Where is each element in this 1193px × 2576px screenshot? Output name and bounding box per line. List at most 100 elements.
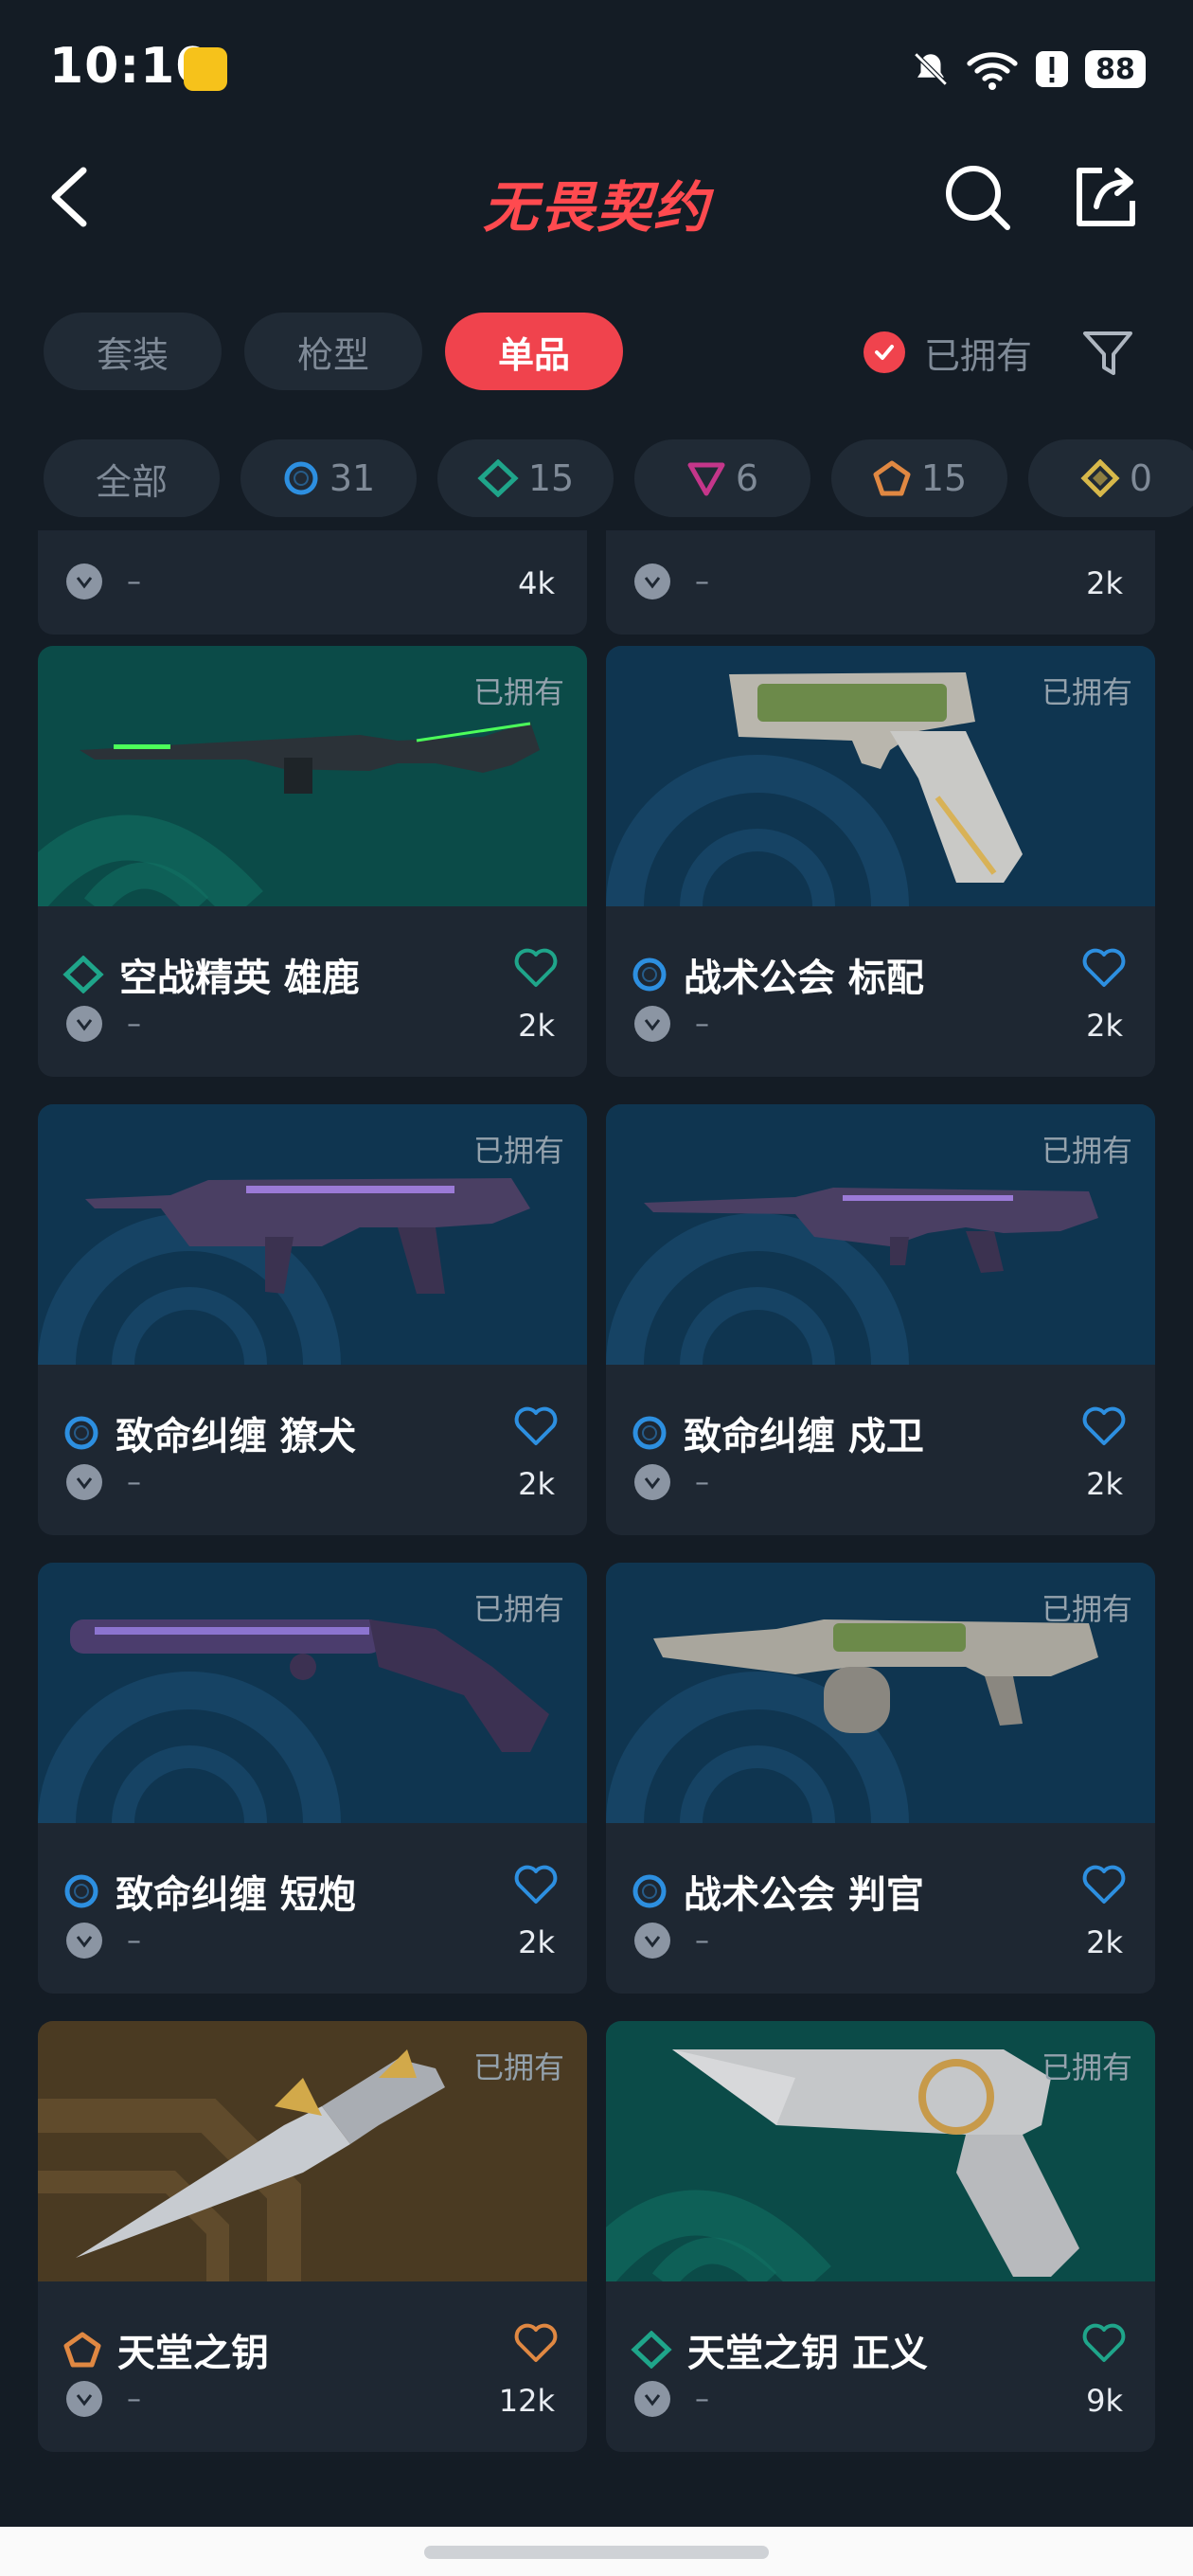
heart-icon[interactable]	[1081, 2322, 1127, 2364]
share-icon[interactable]	[1070, 161, 1142, 233]
rating-value: –	[127, 1465, 141, 1499]
rating-value: –	[127, 1923, 141, 1958]
top-bar: 无畏契约	[0, 142, 1193, 256]
ultra-tier-icon	[1080, 459, 1120, 497]
select-tier-icon	[64, 1416, 98, 1450]
owned-label: 已拥有	[1041, 1591, 1132, 1627]
mute-icon	[914, 52, 948, 86]
item-card[interactable]: 已拥有 战术公会 判官 – 2k	[606, 1563, 1155, 1994]
filter-chip-label: 15	[527, 457, 575, 499]
owned-label: 已拥有	[1041, 674, 1132, 710]
deluxe-tier-icon	[631, 2331, 672, 2369]
rating-row: –	[634, 1464, 709, 1500]
heart-icon[interactable]	[513, 1864, 559, 1905]
like-count: 2k	[518, 1466, 555, 1502]
owned-label: 已拥有	[472, 1591, 564, 1627]
item-name: 战术公会 标配	[684, 957, 924, 1000]
rating-value: –	[695, 1923, 709, 1958]
rating-value: –	[695, 564, 709, 599]
tab-bundles[interactable]: 套装	[44, 313, 222, 390]
select-tier-icon	[284, 461, 318, 495]
rating-row: –	[66, 564, 141, 599]
rarity-filter-row: 全部 31 15 6 15 0	[44, 439, 1193, 521]
filter-chip-exclusive[interactable]: 15	[831, 439, 1007, 517]
item-card[interactable]: 已拥有 致命纠缠 短炮 – 2k	[38, 1563, 587, 1994]
deluxe-tier-icon	[477, 459, 519, 497]
heart-icon[interactable]	[513, 2322, 559, 2364]
filter-chip-all[interactable]: 全部	[44, 439, 220, 517]
select-tier-icon	[632, 1874, 667, 1908]
rating-row: –	[634, 564, 709, 599]
item-name: 战术公会 判官	[684, 1873, 924, 1917]
item-name-row: 空战精英 雄鹿	[62, 947, 360, 1002]
item-name-row: 致命纠缠 戍卫	[631, 1405, 924, 1460]
like-count: 2k	[518, 1924, 555, 1960]
valorant-points-icon	[66, 1923, 102, 1959]
filter-chip-premium[interactable]: 6	[634, 439, 810, 517]
valorant-points-icon	[66, 1464, 102, 1500]
rating-value: –	[695, 1465, 709, 1499]
item-name-row: 致命纠缠 短炮	[62, 1864, 356, 1919]
valorant-points-icon	[634, 1464, 670, 1500]
rating-value: –	[127, 564, 141, 599]
tab-weapon-type[interactable]: 枪型	[244, 313, 422, 390]
valorant-points-icon	[634, 1006, 670, 1042]
battery-indicator: 88	[1085, 50, 1146, 88]
home-indicator[interactable]	[424, 2546, 769, 2559]
owned-label: 已拥有	[1041, 2049, 1132, 2085]
rating-row: –	[66, 1006, 141, 1042]
item-card[interactable]: 已拥有 空战精英 雄鹿 – 2k	[38, 646, 587, 1077]
heart-icon[interactable]	[1081, 1405, 1127, 1447]
item-name: 天堂之钥	[117, 2332, 269, 2375]
item-card-partial[interactable]: – 4k	[38, 530, 587, 635]
heart-icon[interactable]	[513, 947, 559, 989]
like-count: 2k	[1086, 565, 1123, 601]
filter-chip-ultra[interactable]: 0	[1028, 439, 1193, 517]
item-card-partial[interactable]: – 2k	[606, 530, 1155, 635]
valorant-points-icon	[66, 1006, 102, 1042]
like-count: 2k	[1086, 1924, 1123, 1960]
heart-icon[interactable]	[513, 1405, 559, 1447]
filter-icon[interactable]	[1077, 322, 1138, 383]
rating-value: –	[127, 2382, 141, 2416]
tab-single-items[interactable]: 单品	[445, 313, 623, 390]
status-icons: 88	[911, 45, 1146, 93]
rating-row: –	[634, 1006, 709, 1042]
owned-label: 已拥有	[472, 674, 564, 710]
valorant-points-icon	[634, 564, 670, 599]
item-name: 致命纠缠 戍卫	[684, 1415, 924, 1458]
filter-chip-deluxe[interactable]: 15	[437, 439, 614, 517]
item-name: 空战精英 雄鹿	[119, 957, 360, 1000]
item-name-row: 天堂之钥	[62, 2322, 269, 2377]
category-tabs: 套装 枪型 单品	[44, 313, 623, 390]
item-name: 致命纠缠 獠犬	[116, 1415, 356, 1458]
item-card[interactable]: 已拥有 致命纠缠 戍卫 – 2k	[606, 1104, 1155, 1535]
owned-label: 已拥有	[472, 1133, 564, 1169]
filter-chip-label: 0	[1129, 457, 1153, 499]
valorant-points-icon	[634, 1923, 670, 1959]
search-icon[interactable]	[941, 161, 1013, 233]
premium-tier-icon	[687, 462, 725, 496]
item-card[interactable]: 已拥有 战术公会 标配 – 2k	[606, 646, 1155, 1077]
rating-row: –	[66, 2381, 141, 2417]
heart-icon[interactable]	[1081, 1864, 1127, 1905]
rating-row: –	[66, 1464, 141, 1500]
heart-icon[interactable]	[1081, 947, 1127, 989]
filter-chip-select[interactable]: 31	[240, 439, 417, 517]
item-grid: – 4k – 2k 已拥有 空战精英 雄鹿 – 2k 已拥有 战术公会 标配 –	[38, 530, 1155, 2462]
item-name: 天堂之钥 正义	[687, 2332, 928, 2375]
select-tier-icon	[64, 1874, 98, 1908]
item-card[interactable]: 已拥有 天堂之钥 正义 – 9k	[606, 2021, 1155, 2452]
item-name-row: 天堂之钥 正义	[631, 2322, 928, 2377]
item-card[interactable]: 已拥有 致命纠缠 獠犬 – 2k	[38, 1104, 587, 1535]
filter-chip-label: 15	[920, 457, 968, 499]
item-card[interactable]: 已拥有 天堂之钥 – 12k	[38, 2021, 587, 2452]
owned-filter-toggle[interactable]: 已拥有	[864, 324, 1032, 381]
valorant-points-icon	[66, 564, 102, 599]
alert-icon	[1036, 51, 1068, 87]
owned-label: 已拥有	[1041, 1133, 1132, 1169]
filter-chip-label: 31	[329, 457, 376, 499]
owned-filter-label: 已拥有	[924, 334, 1033, 377]
item-name-row: 致命纠缠 獠犬	[62, 1405, 356, 1460]
filter-chip-label: 全部	[95, 460, 168, 503]
